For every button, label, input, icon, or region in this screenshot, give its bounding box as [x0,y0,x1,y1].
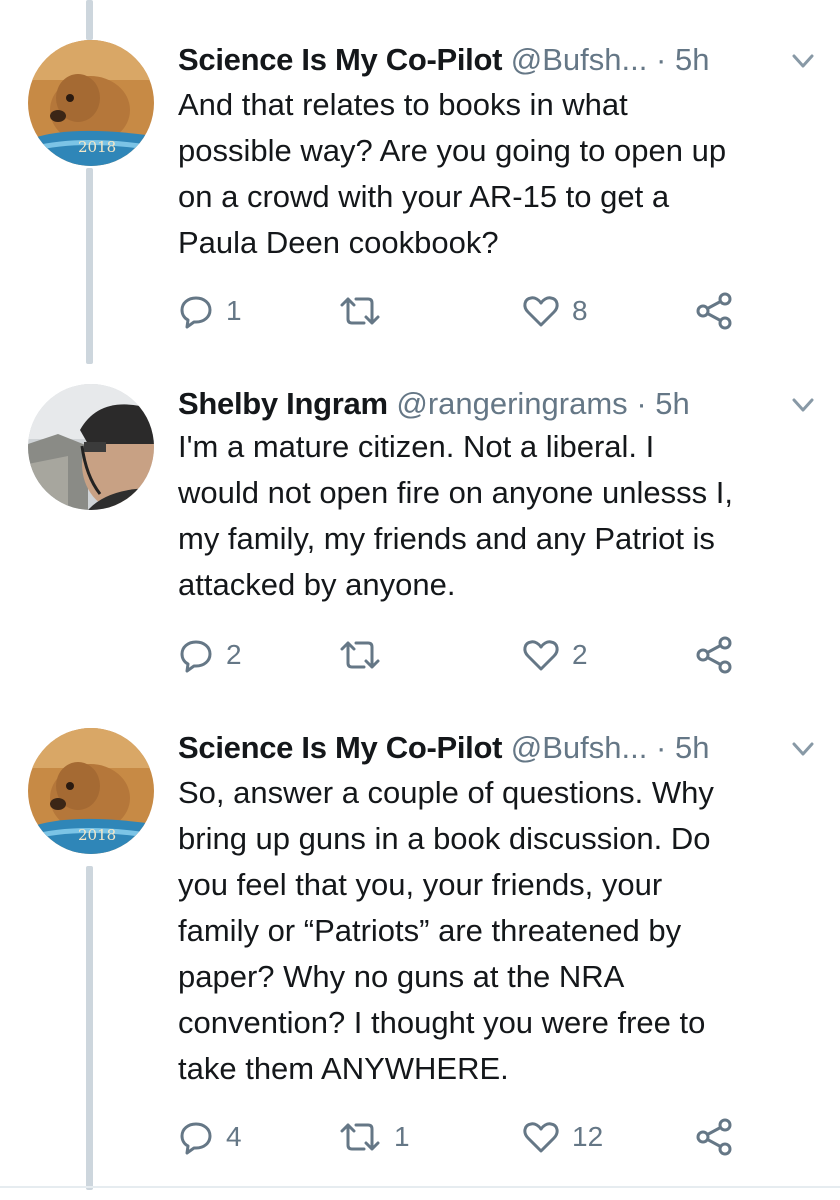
separator-dot: · [636,386,647,421]
tweet-text: So, answer a couple of questions. Why br… [178,770,810,1092]
tweet-text-line: would not open fire on anyone unlesss I, [178,475,733,510]
tweet-text-line: take them ANYWHERE. [178,1051,509,1086]
reply-button[interactable]: 1 [178,286,242,336]
timestamp[interactable]: 5h [655,386,689,421]
like-button[interactable]: 2 [522,630,588,680]
tweet-actions: 2 2 [178,630,778,680]
timestamp[interactable]: 5h [675,730,709,765]
user-handle[interactable]: @rangeringrams [396,386,627,421]
chevron-down-icon[interactable] [786,734,820,764]
tweet-text-line: you feel that you, your friends, your [178,867,663,902]
reply-button[interactable]: 4 [178,1112,242,1162]
share-button[interactable] [694,630,734,680]
tweet-text-line: on a crowd with your AR-15 to get a [178,179,670,214]
chevron-down-icon[interactable] [786,46,820,76]
retweet-button[interactable] [338,286,394,336]
separator-dot: · [656,730,667,765]
share-icon [696,292,732,330]
avatar[interactable]: 2018 [28,728,154,854]
display-name[interactable]: Shelby Ingram [178,386,388,421]
avatar-image [28,384,154,510]
tweet[interactable]: Shelby Ingram @rangeringrams · 5h I'm a … [0,384,840,684]
avatar-image: 2018 [28,728,154,854]
separator-dot: · [656,42,667,77]
tweet-text-line: So, answer a couple of questions. Why [178,775,714,810]
retweet-count: 1 [394,1121,410,1152]
tweet-actions: 4 1 12 [178,1112,778,1162]
divider [0,1186,840,1188]
avatar-badge: 2018 [78,138,116,156]
tweet-text-line: convention? I thought you were free to [178,1005,706,1040]
reply-icon [180,640,212,673]
like-button[interactable]: 8 [522,286,588,336]
reply-icon [180,1122,212,1155]
retweet-icon [340,641,380,669]
like-button[interactable]: 12 [522,1112,603,1162]
tweet-text-line: attacked by anyone. [178,567,456,602]
tweet[interactable]: 2018 Science Is My Co-Pilot @Bufsh... · … [0,40,840,360]
tweet-text-line: bring up guns in a book discussion. Do [178,821,711,856]
tweet-text-line: family or “Patriots” are threatened by [178,913,682,948]
like-icon [523,640,559,671]
tweet-text: And that relates to books in what possib… [178,82,810,266]
retweet-button[interactable] [338,630,394,680]
thread-line [86,0,93,40]
reply-count: 4 [226,1121,242,1152]
like-icon [523,1122,559,1153]
retweet-icon [340,1123,380,1151]
like-count: 12 [572,1121,604,1152]
share-icon [696,636,732,674]
retweet-icon [340,297,380,325]
tweet-text-line: paper? Why no guns at the NRA [178,959,625,994]
user-handle[interactable]: @Bufsh... [511,730,648,765]
tweet-text: I'm a mature citizen. Not a liberal. I w… [178,424,810,608]
tweet-header: Science Is My Co-Pilot @Bufsh... · 5h [178,40,820,84]
avatar[interactable] [28,384,154,510]
timestamp[interactable]: 5h [675,42,709,77]
tweet-text-line: my family, my friends and any Patriot is [178,521,715,556]
tweet-text-line: I'm a mature citizen. Not a liberal. I [178,429,655,464]
avatar-image: 2018 [28,40,154,166]
retweet-button[interactable]: 1 [338,1112,410,1162]
display-name[interactable]: Science Is My Co-Pilot [178,730,502,765]
tweet-header: Shelby Ingram @rangeringrams · 5h [178,384,820,428]
reply-count: 2 [226,639,242,670]
share-icon [696,1118,732,1156]
reply-button[interactable]: 2 [178,630,242,680]
display-name[interactable]: Science Is My Co-Pilot [178,42,502,77]
tweet-text-line: Paula Deen cookbook? [178,225,499,260]
share-button[interactable] [694,1112,734,1162]
tweet-actions: 1 8 [178,286,778,336]
chevron-down-icon[interactable] [786,390,820,420]
reply-count: 1 [226,295,242,326]
like-icon [523,296,559,327]
tweet[interactable]: 2018 Science Is My Co-Pilot @Bufsh... · … [0,728,840,1178]
user-handle[interactable]: @Bufsh... [511,42,648,77]
share-button[interactable] [694,286,734,336]
tweet-text-line: possible way? Are you going to open up [178,133,727,168]
like-count: 2 [572,639,588,670]
avatar[interactable]: 2018 [28,40,154,166]
reply-icon [180,296,212,329]
like-count: 8 [572,295,588,326]
avatar-badge: 2018 [78,826,116,844]
tweet-header: Science Is My Co-Pilot @Bufsh... · 5h [178,728,820,772]
tweet-text-line: And that relates to books in what [178,87,628,122]
